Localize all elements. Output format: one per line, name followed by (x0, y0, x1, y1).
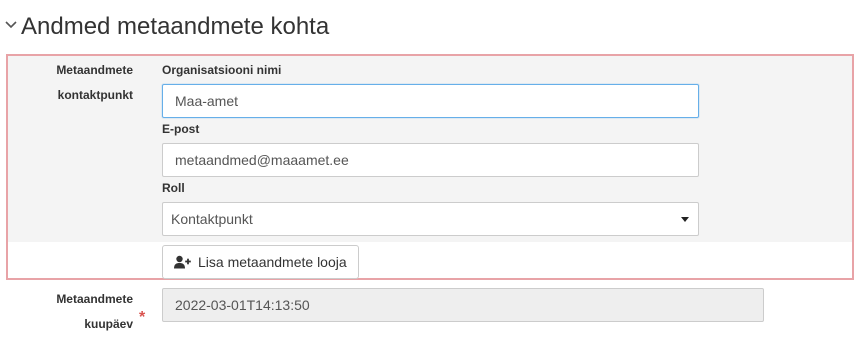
metadata-date-label-line1: Metaandmete (56, 292, 133, 306)
organization-name-value: Maa-amet (175, 93, 239, 109)
contact-side-label: Metaandmete kontaktpunkt (3, 58, 133, 108)
role-selected-value: Kontaktpunkt (171, 211, 253, 227)
section-title: Andmed metaandmete kohta (21, 13, 330, 40)
email-value: metaandmed@maaamet.ee (175, 152, 349, 168)
metadata-date-label: Metaandmete kuupäev (3, 287, 133, 337)
contact-side-label-line2: kontaktpunkt (57, 88, 133, 102)
add-metadata-creator-button[interactable]: Lisa metaandmete looja (162, 245, 359, 279)
contact-side-label-line1: Metaandmete (56, 63, 133, 77)
required-asterisk: * (139, 309, 146, 326)
organization-label: Organisatsiooni nimi (162, 63, 282, 77)
role-select[interactable]: Kontaktpunkt (162, 202, 699, 236)
metadata-date-input[interactable]: 2022-03-01T14:13:50 (162, 288, 764, 322)
chevron-down-icon[interactable] (4, 18, 18, 32)
email-label: E-post (162, 122, 200, 136)
role-label: Roll (162, 181, 185, 195)
user-plus-icon (174, 255, 191, 269)
organization-name-input[interactable]: Maa-amet (162, 84, 699, 118)
dropdown-caret-icon (681, 217, 689, 222)
metadata-date-label-line2: kuupäev (84, 317, 133, 331)
metadata-date-value: 2022-03-01T14:13:50 (175, 297, 310, 313)
email-input[interactable]: metaandmed@maaamet.ee (162, 143, 699, 177)
add-metadata-creator-label: Lisa metaandmete looja (198, 254, 347, 270)
